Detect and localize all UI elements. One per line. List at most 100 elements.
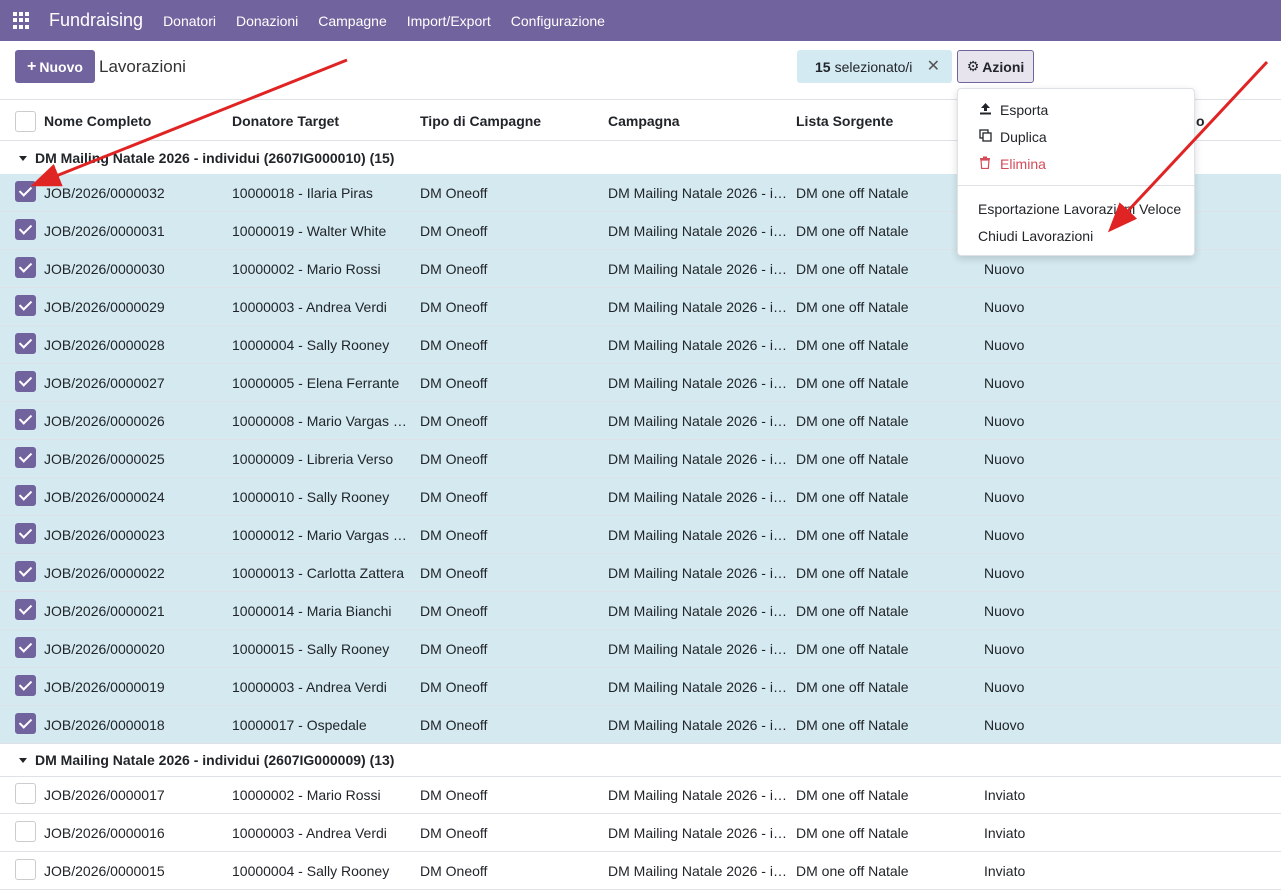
column-header-stato[interactable]: o xyxy=(1196,113,1205,129)
table-row[interactable]: JOB/2026/0000027 10000005 - Elena Ferrant… xyxy=(0,364,1281,402)
new-button[interactable]: + Nuovo xyxy=(15,50,95,83)
row-checkbox[interactable] xyxy=(15,675,36,696)
actions-button-label: Azioni xyxy=(982,58,1025,75)
action-duplicate[interactable]: Duplica xyxy=(978,129,1047,145)
close-icon[interactable]: ✕ xyxy=(927,56,940,76)
table-row[interactable]: JOB/2026/0000024 10000010 - Sally Rooney D… xyxy=(0,478,1281,516)
table-row[interactable]: JOB/2026/0000016 10000003 - Andrea Verdi D… xyxy=(0,814,1281,852)
column-header-lista[interactable]: Lista Sorgente xyxy=(796,113,893,129)
cell-campagna: DM Mailing Natale 2026 - individui xyxy=(608,489,787,505)
column-header-nome[interactable]: Nome Completo xyxy=(44,113,151,129)
action-delete-label: Elimina xyxy=(1000,156,1046,172)
row-checkbox[interactable] xyxy=(15,295,36,316)
menu-campagne[interactable]: Campagne xyxy=(318,13,387,29)
row-checkbox[interactable] xyxy=(15,447,36,468)
apps-grid-icon[interactable] xyxy=(13,11,31,30)
table-row[interactable]: JOB/2026/0000029 10000003 - Andrea Verdi D… xyxy=(0,288,1281,326)
action-quick-export[interactable]: Esportazione Lavorazioni Veloce xyxy=(978,201,1181,217)
cell-nome: JOB/2026/0000015 xyxy=(44,863,165,879)
row-checkbox[interactable] xyxy=(15,409,36,430)
action-close-jobs[interactable]: Chiudi Lavorazioni xyxy=(978,228,1093,244)
cell-nome: JOB/2026/0000029 xyxy=(44,299,165,315)
cell-nome: JOB/2026/0000026 xyxy=(44,413,165,429)
cell-tipo: DM Oneoff xyxy=(420,565,488,581)
action-delete[interactable]: Elimina xyxy=(978,156,1046,172)
table-row[interactable]: JOB/2026/0000015 10000004 - Sally Rooney D… xyxy=(0,852,1281,890)
row-checkbox[interactable] xyxy=(15,219,36,240)
column-header-tipo[interactable]: Tipo di Campagne xyxy=(420,113,541,129)
action-export[interactable]: Esporta xyxy=(978,102,1048,118)
cell-tipo: DM Oneoff xyxy=(420,489,488,505)
breadcrumb: Lavorazioni xyxy=(99,57,186,76)
row-checkbox[interactable] xyxy=(15,859,36,880)
menu-donatori[interactable]: Donatori xyxy=(163,13,216,29)
cell-campagna: DM Mailing Natale 2026 - individui xyxy=(608,641,787,657)
cell-nome: JOB/2026/0000028 xyxy=(44,337,165,353)
cell-nome: JOB/2026/0000025 xyxy=(44,451,165,467)
cell-tipo: DM Oneoff xyxy=(420,413,488,429)
table-row[interactable]: JOB/2026/0000028 10000004 - Sally Rooney D… xyxy=(0,326,1281,364)
selected-count: 15 xyxy=(815,58,831,75)
cell-donatore: 10000014 - Maria Bianchi xyxy=(232,603,392,619)
table-row[interactable]: JOB/2026/0000022 10000013 - Carlotta Zatt… xyxy=(0,554,1281,592)
cell-donatore: 10000002 - Mario Rossi xyxy=(232,787,381,803)
cell-campagna: DM Mailing Natale 2026 - individui xyxy=(608,261,787,277)
cell-nome: JOB/2026/0000023 xyxy=(44,527,165,543)
table-row[interactable]: JOB/2026/0000019 10000003 - Andrea Verdi D… xyxy=(0,668,1281,706)
row-checkbox[interactable] xyxy=(15,637,36,658)
column-header-donatore[interactable]: Donatore Target xyxy=(232,113,339,129)
cell-donatore: 10000017 - Ospedale xyxy=(232,717,367,733)
cell-tipo: DM Oneoff xyxy=(420,299,488,315)
cell-campagna: DM Mailing Natale 2026 - individui xyxy=(608,299,787,315)
cell-lista: DM one off Natale xyxy=(796,825,909,841)
menu-import-export[interactable]: Import/Export xyxy=(407,13,491,29)
cell-donatore: 10000003 - Andrea Verdi xyxy=(232,299,387,315)
row-checkbox[interactable] xyxy=(15,371,36,392)
cell-stato: Nuovo xyxy=(984,375,1025,391)
row-checkbox[interactable] xyxy=(15,783,36,804)
cell-campagna: DM Mailing Natale 2026 - individui xyxy=(608,565,787,581)
menu-configurazione[interactable]: Configurazione xyxy=(511,13,605,29)
row-checkbox[interactable] xyxy=(15,257,36,278)
actions-button[interactable]: ⚙ Azioni xyxy=(957,50,1034,83)
cell-stato: Nuovo xyxy=(984,413,1025,429)
row-checkbox[interactable] xyxy=(15,333,36,354)
table-row[interactable]: JOB/2026/0000017 10000002 - Mario Rossi DM… xyxy=(0,776,1281,814)
cell-tipo: DM Oneoff xyxy=(420,261,488,277)
table-row[interactable]: JOB/2026/0000020 10000015 - Sally Rooney D… xyxy=(0,630,1281,668)
group-label: DM Mailing Natale 2026 - individui (2607… xyxy=(35,150,395,166)
cell-stato: Nuovo xyxy=(984,603,1025,619)
cell-campagna: DM Mailing Natale 2026 - individui xyxy=(608,825,787,841)
row-checkbox[interactable] xyxy=(15,523,36,544)
cell-lista: DM one off Natale xyxy=(796,413,909,429)
select-all-checkbox[interactable] xyxy=(15,111,36,132)
row-checkbox[interactable] xyxy=(15,181,36,202)
table-row[interactable]: JOB/2026/0000023 10000012 - Mario Vargas … xyxy=(0,516,1281,554)
cell-stato: Inviato xyxy=(984,825,1026,841)
table-row[interactable]: JOB/2026/0000025 10000009 - Libreria Vers… xyxy=(0,440,1281,478)
cell-campagna: DM Mailing Natale 2026 - individui xyxy=(608,375,787,391)
row-checkbox[interactable] xyxy=(15,561,36,582)
cell-lista: DM one off Natale xyxy=(796,489,909,505)
caret-down-icon xyxy=(19,155,27,161)
table-row[interactable]: JOB/2026/0000021 10000014 - Maria Bianchi… xyxy=(0,592,1281,630)
group-row[interactable]: DM Mailing Natale 2026 - individui (2607… xyxy=(0,744,1281,777)
row-checkbox[interactable] xyxy=(15,485,36,506)
app-brand[interactable]: Fundraising xyxy=(49,10,143,31)
menu-donazioni[interactable]: Donazioni xyxy=(236,13,298,29)
cell-lista: DM one off Natale xyxy=(796,375,909,391)
cell-nome: JOB/2026/0000030 xyxy=(44,261,165,277)
cell-tipo: DM Oneoff xyxy=(420,451,488,467)
cell-tipo: DM Oneoff xyxy=(420,825,488,841)
row-checkbox[interactable] xyxy=(15,821,36,842)
copy-icon xyxy=(978,129,992,145)
row-checkbox[interactable] xyxy=(15,713,36,734)
table-row[interactable]: JOB/2026/0000026 10000008 - Mario Vargas … xyxy=(0,402,1281,440)
row-checkbox[interactable] xyxy=(15,599,36,620)
cell-lista: DM one off Natale xyxy=(796,223,909,239)
cell-donatore: 10000019 - Walter White xyxy=(232,223,387,239)
column-header-campagna[interactable]: Campagna xyxy=(608,113,680,129)
cell-lista: DM one off Natale xyxy=(796,603,909,619)
cell-tipo: DM Oneoff xyxy=(420,223,488,239)
table-row[interactable]: JOB/2026/0000018 10000017 - Ospedale DM On… xyxy=(0,706,1281,744)
